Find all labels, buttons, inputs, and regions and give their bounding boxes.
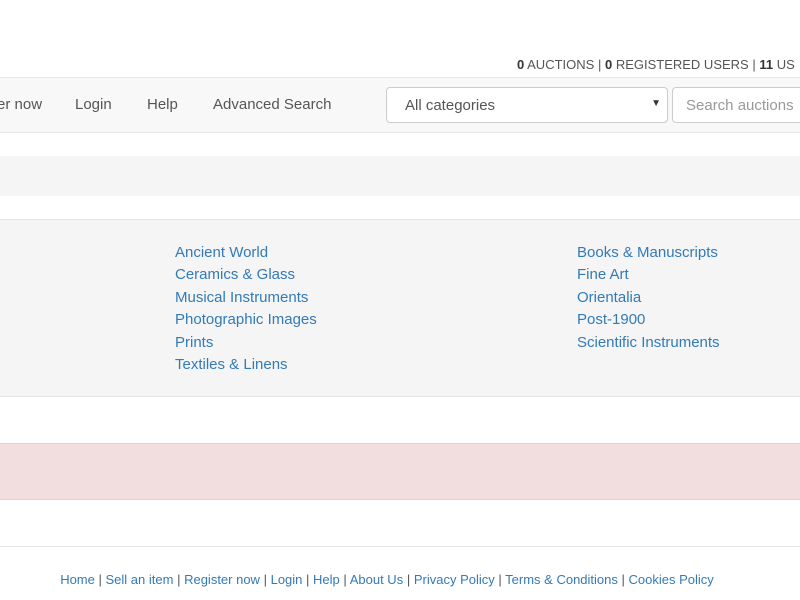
category-item: Ceramics & Glass [175, 265, 317, 287]
category-link-ancient-world[interactable]: Ancient World [175, 244, 268, 261]
footer: Home | Sell an item | Register now | Log… [0, 546, 800, 600]
category-item: Fine Art [577, 265, 720, 287]
category-link-ceramics-glass[interactable]: Ceramics & Glass [175, 266, 295, 283]
category-link-textiles-linens[interactable]: Textiles & Linens [175, 356, 288, 373]
auctions-label: AUCTIONS [527, 57, 595, 72]
footer-separator: | [306, 572, 310, 587]
stats-separator: | [597, 57, 602, 72]
main-navbar: er now Login Help Advanced Search All ca… [0, 77, 800, 133]
category-link-post-1900[interactable]: Post-1900 [577, 311, 645, 328]
nav-help-link[interactable]: Help [147, 96, 178, 113]
site-stats: 0 AUCTIONS | 0 REGISTERED USERS | 11 US [0, 57, 800, 75]
breadcrumb: s [0, 156, 800, 196]
online-users-count: 11 [759, 57, 774, 72]
footer-link-home[interactable]: Home [60, 572, 95, 587]
category-link-orientalia[interactable]: Orientalia [577, 289, 641, 306]
category-item: Textiles & Linens [175, 355, 317, 377]
category-item: Scientific Instruments [577, 333, 720, 355]
footer-link-help[interactable]: Help [313, 572, 340, 587]
stats-separator: | [752, 57, 756, 72]
chevron-down-icon: ▼ [651, 98, 661, 109]
search-input[interactable] [672, 87, 800, 123]
category-list-right: Books & Manuscripts Fine Art Orientalia … [577, 243, 720, 355]
category-list-left: Ancient World Ceramics & Glass Musical I… [175, 243, 317, 377]
footer-links: Home | Sell an item | Register now | Log… [0, 572, 774, 587]
footer-separator: | [98, 572, 102, 587]
footer-link-privacy-policy[interactable]: Privacy Policy [414, 572, 495, 587]
category-item: Ancient World [175, 243, 317, 265]
footer-link-terms-conditions[interactable]: Terms & Conditions [505, 572, 618, 587]
registered-users-label: REGISTERED USERS [615, 57, 749, 72]
category-link-musical-instruments[interactable]: Musical Instruments [175, 289, 308, 306]
categories-panel: Ancient World Ceramics & Glass Musical I… [0, 219, 800, 397]
footer-separator: | [621, 572, 625, 587]
category-item: Books & Manuscripts [577, 243, 720, 265]
category-select-value: All categories [405, 97, 496, 114]
footer-link-cookies-policy[interactable]: Cookies Policy [629, 572, 714, 587]
category-link-books-manuscripts[interactable]: Books & Manuscripts [577, 244, 718, 261]
footer-separator: | [177, 572, 181, 587]
online-users-label: US [776, 57, 795, 72]
category-link-fine-art[interactable]: Fine Art [577, 266, 629, 283]
category-item: Musical Instruments [175, 288, 317, 310]
footer-link-about-us[interactable]: About Us [350, 572, 403, 587]
footer-link-sell-an-item[interactable]: Sell an item [106, 572, 174, 587]
footer-separator: | [406, 572, 411, 587]
category-item: Orientalia [577, 288, 720, 310]
registered-users-count: 0 [604, 57, 613, 72]
footer-link-register-now[interactable]: Register now [184, 572, 260, 587]
category-link-prints[interactable]: Prints [175, 334, 213, 351]
category-item: Photographic Images [175, 310, 317, 332]
category-item: Post-1900 [577, 310, 720, 332]
auctions-count: 0 [517, 57, 525, 72]
footer-separator: | [343, 572, 347, 587]
footer-link-login[interactable]: Login [271, 572, 303, 587]
nav-register-link[interactable]: er now [0, 96, 42, 113]
alert-box [0, 443, 800, 500]
category-link-photographic-images[interactable]: Photographic Images [175, 311, 317, 328]
footer-separator: | [498, 572, 502, 587]
category-select[interactable]: All categories ▼ [386, 87, 668, 123]
category-link-scientific-instruments[interactable]: Scientific Instruments [577, 334, 720, 351]
nav-advanced-search-link[interactable]: Advanced Search [213, 96, 331, 113]
nav-login-link[interactable]: Login [75, 96, 112, 113]
category-item: Prints [175, 333, 317, 355]
footer-separator: | [263, 572, 267, 587]
